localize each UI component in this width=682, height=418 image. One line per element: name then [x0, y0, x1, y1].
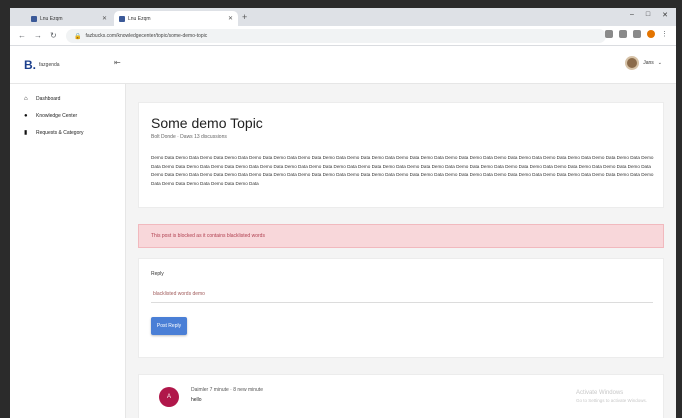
- reply-input[interactable]: blacklisted words demo: [151, 285, 653, 303]
- menu-dots-icon[interactable]: ⋮: [661, 30, 668, 38]
- sidebar-item-label: Requests & Category: [36, 129, 84, 136]
- page-title: Some demo Topic: [151, 115, 263, 131]
- browser-tab-1[interactable]: Lnu Ezqm ✕: [26, 11, 112, 26]
- close-tab-icon[interactable]: ✕: [102, 15, 107, 22]
- activation-watermark: Activate Windows Go to Settings to activ…: [576, 389, 647, 405]
- tab-label: Lnu Ezqm: [40, 15, 63, 22]
- close-tab-icon[interactable]: ✕: [228, 15, 233, 22]
- user-name: Jans: [643, 60, 654, 66]
- app-logo[interactable]: B. fazgenda: [24, 58, 60, 72]
- extension-icon[interactable]: [633, 30, 641, 38]
- document-icon: ▮: [24, 130, 28, 136]
- comment-body: hello: [191, 397, 202, 403]
- logo-mark: B.: [24, 58, 36, 72]
- sidebar-item-dashboard[interactable]: ⌂ Dashboard: [10, 90, 125, 107]
- favicon-icon: [31, 15, 37, 22]
- home-icon: ⌂: [24, 95, 28, 102]
- chevron-down-icon: ⌄: [657, 60, 662, 66]
- sidebar-item-label: Knowledge Center: [36, 112, 78, 119]
- user-menu[interactable]: Jans ⌄: [625, 56, 662, 70]
- close-window-button[interactable]: ✕: [662, 11, 668, 19]
- watermark-subtitle: Go to Settings to activate Windows.: [575, 398, 647, 403]
- topic-body: Demo Data Demo Data Demo Data Demo Data …: [151, 155, 654, 186]
- profile-icon[interactable]: [647, 30, 655, 38]
- logo-text: fazgenda: [39, 62, 60, 68]
- back-icon[interactable]: ←: [18, 31, 26, 40]
- address-bar[interactable]: 🔒 fazbucks.com/knowledgecenter/topic/som…: [66, 29, 606, 43]
- lock-icon: 🔒: [74, 33, 82, 40]
- avatar: A: [159, 387, 179, 407]
- new-tab-button[interactable]: +: [242, 12, 247, 22]
- maximize-button[interactable]: □: [646, 11, 650, 19]
- reload-icon[interactable]: ↻: [50, 31, 57, 40]
- sidebar-item-label: Dashboard: [36, 95, 61, 102]
- sidebar-item-requests[interactable]: ▮ Requests & Category: [10, 124, 125, 141]
- extensions-area: ⋮: [605, 30, 668, 38]
- main-content: Some demo Topic Bolt Donde · Daws 13 dis…: [126, 84, 676, 418]
- browser-window: Lnu Ezqm ✕ Lnu Ezqm ✕ + – □ ✕ ← → ↻ 🔒 fa…: [10, 8, 676, 418]
- reply-label: Reply: [151, 271, 164, 277]
- url-text: fazbucks.com/knowledgecenter/topic/some-…: [85, 33, 208, 39]
- tab-strip: Lnu Ezqm ✕ Lnu Ezqm ✕ + – □ ✕: [10, 8, 676, 26]
- nav-buttons: ← → ↻: [18, 31, 57, 40]
- comment-meta: Daimler 7 minute · 8 new minute: [191, 387, 263, 393]
- extension-icon[interactable]: [605, 30, 613, 38]
- topic-card: Some demo Topic Bolt Donde · Daws 13 dis…: [138, 102, 664, 208]
- forward-icon[interactable]: →: [34, 31, 42, 40]
- comment-card: A Daimler 7 minute · 8 new minute hello …: [138, 374, 664, 418]
- sidebar: ⌂ Dashboard ● Knowledge Center ▮ Request…: [10, 84, 126, 418]
- post-reply-button[interactable]: Post Reply: [151, 317, 187, 335]
- favicon-icon: [119, 15, 125, 22]
- browser-toolbar: ← → ↻ 🔒 fazbucks.com/knowledgecenter/top…: [10, 26, 676, 46]
- avatar: [625, 56, 640, 70]
- screen-frame: Lnu Ezqm ✕ Lnu Ezqm ✕ + – □ ✕ ← → ↻ 🔒 fa…: [0, 0, 682, 418]
- blocked-alert: This post is blocked as it contains blac…: [138, 224, 664, 248]
- extension-icon[interactable]: [619, 30, 627, 38]
- window-controls: – □ ✕: [630, 11, 668, 19]
- tab-label: Lnu Ezqm: [128, 15, 151, 22]
- watermark-title: Activate Windows: [575, 390, 624, 396]
- minimize-button[interactable]: –: [630, 11, 634, 19]
- sidebar-item-knowledge-center[interactable]: ● Knowledge Center: [10, 107, 125, 124]
- browser-tab-2[interactable]: Lnu Ezqm ✕: [114, 11, 238, 26]
- sidebar-toggle-icon[interactable]: ⇤: [114, 58, 121, 67]
- topic-meta: Bolt Donde · Daws 13 discussions: [151, 134, 227, 140]
- app-header: B. fazgenda ⇤ Jans ⌄: [10, 46, 676, 84]
- bulb-icon: ●: [24, 112, 28, 119]
- reply-card: Reply blacklisted words demo Post Reply: [138, 258, 664, 358]
